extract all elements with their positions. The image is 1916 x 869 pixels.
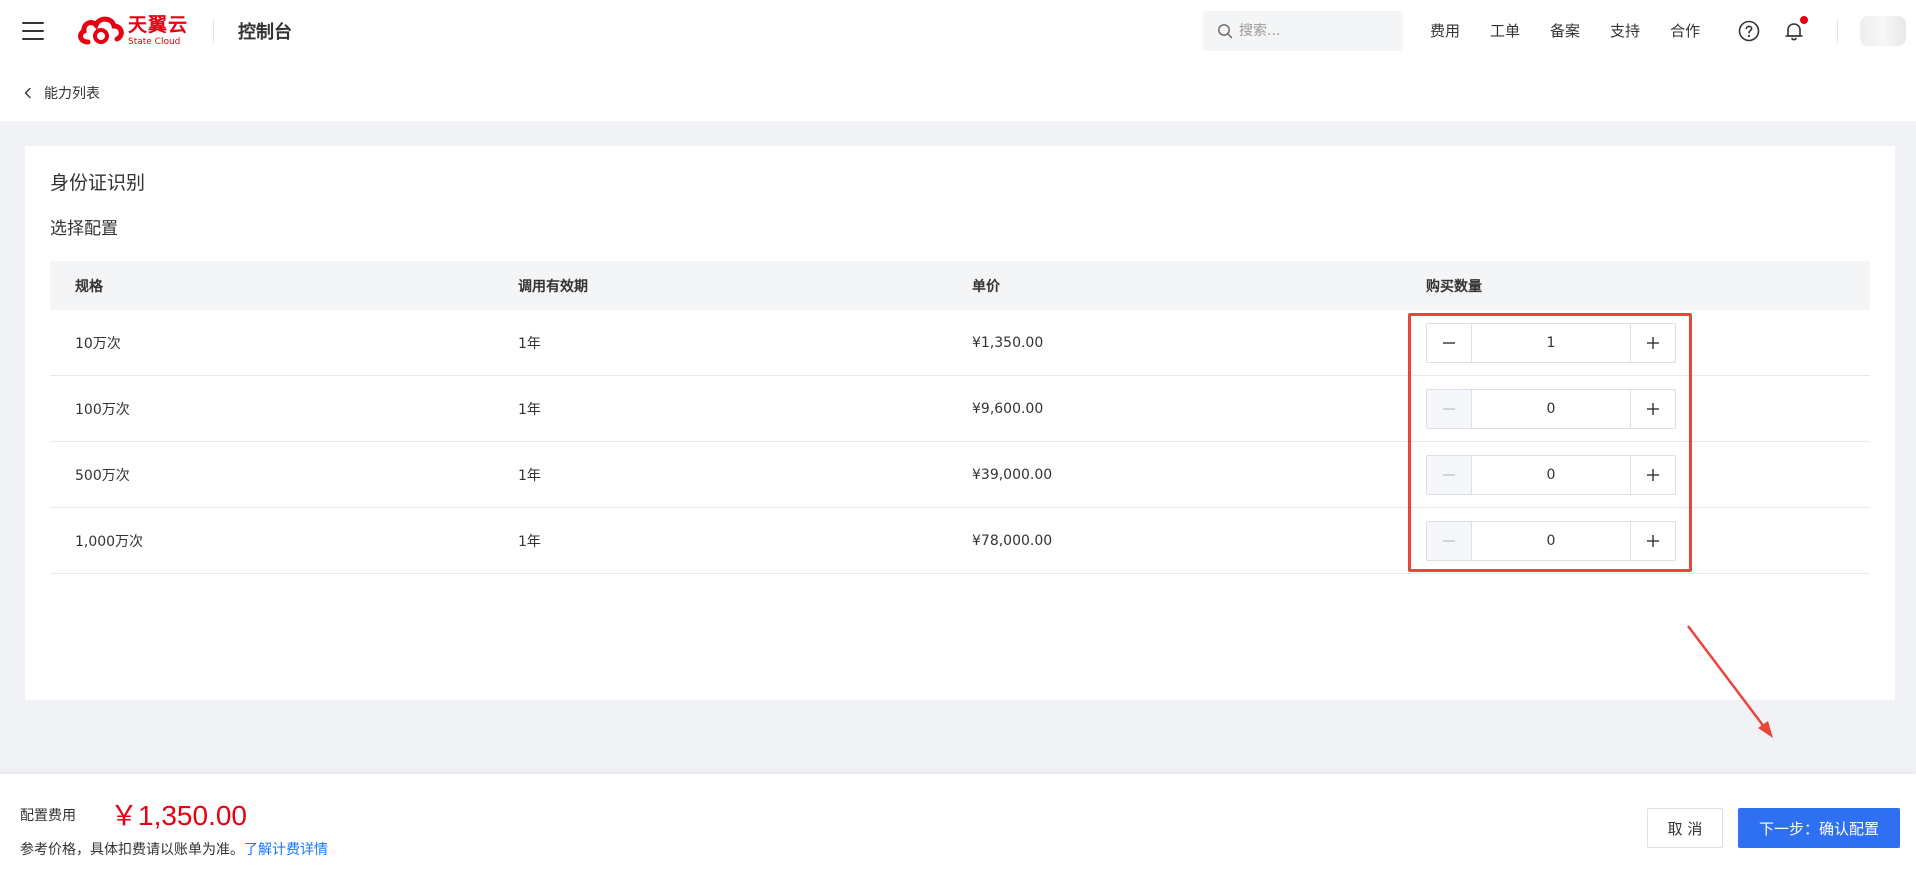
config-table: 规格 调用有效期 单价 购买数量 10万次 1年 ¥1,350.00 1 100… [50,261,1870,574]
table-header: 规格 调用有效期 单价 购买数量 [50,261,1870,310]
header-nav: 费用 工单 备案 支持 合作 [1430,20,1730,41]
nav-link-filing[interactable]: 备案 [1550,20,1580,41]
logo[interactable]: 天翼云 State Cloud [76,13,196,49]
header-divider [1837,19,1838,43]
quantity-stepper [1426,520,1676,561]
column-header-validity: 调用有效期 [518,278,588,295]
decrement-button[interactable] [1427,389,1472,428]
brand-name: 天翼云 [128,13,189,36]
quantity-input[interactable] [1472,455,1630,494]
plus-icon [1647,402,1659,415]
config-card: 身份证识别 选择配置 规格 调用有效期 单价 购买数量 10万次 1年 ¥1,3… [25,146,1895,700]
quantity-cell [1401,388,1870,429]
nav-link-billing[interactable]: 费用 [1430,20,1460,41]
quantity-stepper [1426,322,1676,363]
quantity-input[interactable] [1472,389,1630,428]
column-header-quantity: 购买数量 [1426,278,1482,295]
plus-icon [1647,468,1659,481]
price-cell: ¥1,350.00 [972,334,1044,351]
plus-icon [1647,534,1659,547]
next-step-button[interactable]: 下一步：确认配置 [1738,808,1900,848]
quantity-cell [1401,454,1870,495]
minus-icon [1443,341,1455,344]
column-header-spec: 规格 [75,278,103,295]
minus-icon [1443,539,1455,542]
price-cell: ¥9,600.00 [972,400,1044,417]
decrement-button[interactable] [1427,323,1472,362]
increment-button[interactable] [1630,455,1675,494]
increment-button[interactable] [1630,323,1675,362]
quantity-input[interactable] [1472,323,1630,362]
nav-link-partner[interactable]: 合作 [1670,20,1700,41]
quantity-stepper [1426,388,1676,429]
plus-icon [1647,336,1659,349]
notification-dot [1800,16,1808,24]
cancel-button[interactable]: 取 消 [1647,808,1723,848]
nav-link-ticket[interactable]: 工单 [1490,20,1520,41]
billing-details-link[interactable]: 了解计费详情 [244,842,328,858]
price-cell: ¥78,000.00 [972,532,1053,549]
header-divider [213,19,214,43]
increment-button[interactable] [1630,521,1675,560]
spec-cell: 500万次 [75,467,130,484]
fee-value: ￥1,350.00 [110,800,247,831]
quantity-cell [1401,520,1870,561]
breadcrumb-bar: 能力列表 [0,61,1916,121]
validity-cell: 1年 [518,401,541,418]
section-title: 选择配置 [50,219,118,239]
price-note-text: 参考价格，具体扣费请以账单为准。 [20,842,244,858]
fee-label: 配置费用 [20,808,76,824]
minus-icon [1443,473,1455,476]
nav-link-support[interactable]: 支持 [1610,20,1640,41]
console-title[interactable]: 控制台 [238,18,292,44]
price-cell: ¥39,000.00 [972,466,1053,483]
help-icon[interactable] [1737,19,1761,43]
validity-cell: 1年 [518,467,541,484]
table-row: 10万次 1年 ¥1,350.00 [50,310,1870,376]
top-nav-bar: 天翼云 State Cloud 控制台 费用 工单 备案 支持 合作 [0,0,1916,61]
back-link[interactable]: 能力列表 [22,83,100,103]
validity-cell: 1年 [518,335,541,352]
menu-icon[interactable] [22,22,44,40]
spec-cell: 10万次 [75,335,121,352]
decrement-button[interactable] [1427,455,1472,494]
table-row: 1,000万次 1年 ¥78,000.00 [50,508,1870,574]
increment-button[interactable] [1630,389,1675,428]
chevron-left-icon [24,87,31,99]
decrement-button[interactable] [1427,521,1472,560]
table-row: 100万次 1年 ¥9,600.00 [50,376,1870,442]
spec-cell: 100万次 [75,401,130,418]
quantity-stepper [1426,454,1676,495]
search-input[interactable] [1239,23,1399,39]
price-note: 参考价格，具体扣费请以账单为准。了解计费详情 [20,839,328,859]
column-header-price: 单价 [972,278,1000,295]
spec-cell: 1,000万次 [75,533,144,550]
cloud-logo-icon [78,16,124,45]
avatar[interactable] [1860,16,1906,46]
minus-icon [1443,407,1455,410]
breadcrumb-label: 能力列表 [44,86,100,102]
checkout-footer: 配置费用 ￥1,350.00 参考价格，具体扣费请以账单为准。了解计费详情 取 … [0,774,1916,869]
quantity-cell [1401,322,1870,363]
validity-cell: 1年 [518,533,541,550]
search-icon [1218,24,1233,39]
quantity-input[interactable] [1472,521,1630,560]
brand-name-en: State Cloud [128,36,181,47]
page-title: 身份证识别 [50,172,146,194]
table-row: 500万次 1年 ¥39,000.00 [50,442,1870,508]
search-box[interactable] [1203,11,1403,51]
